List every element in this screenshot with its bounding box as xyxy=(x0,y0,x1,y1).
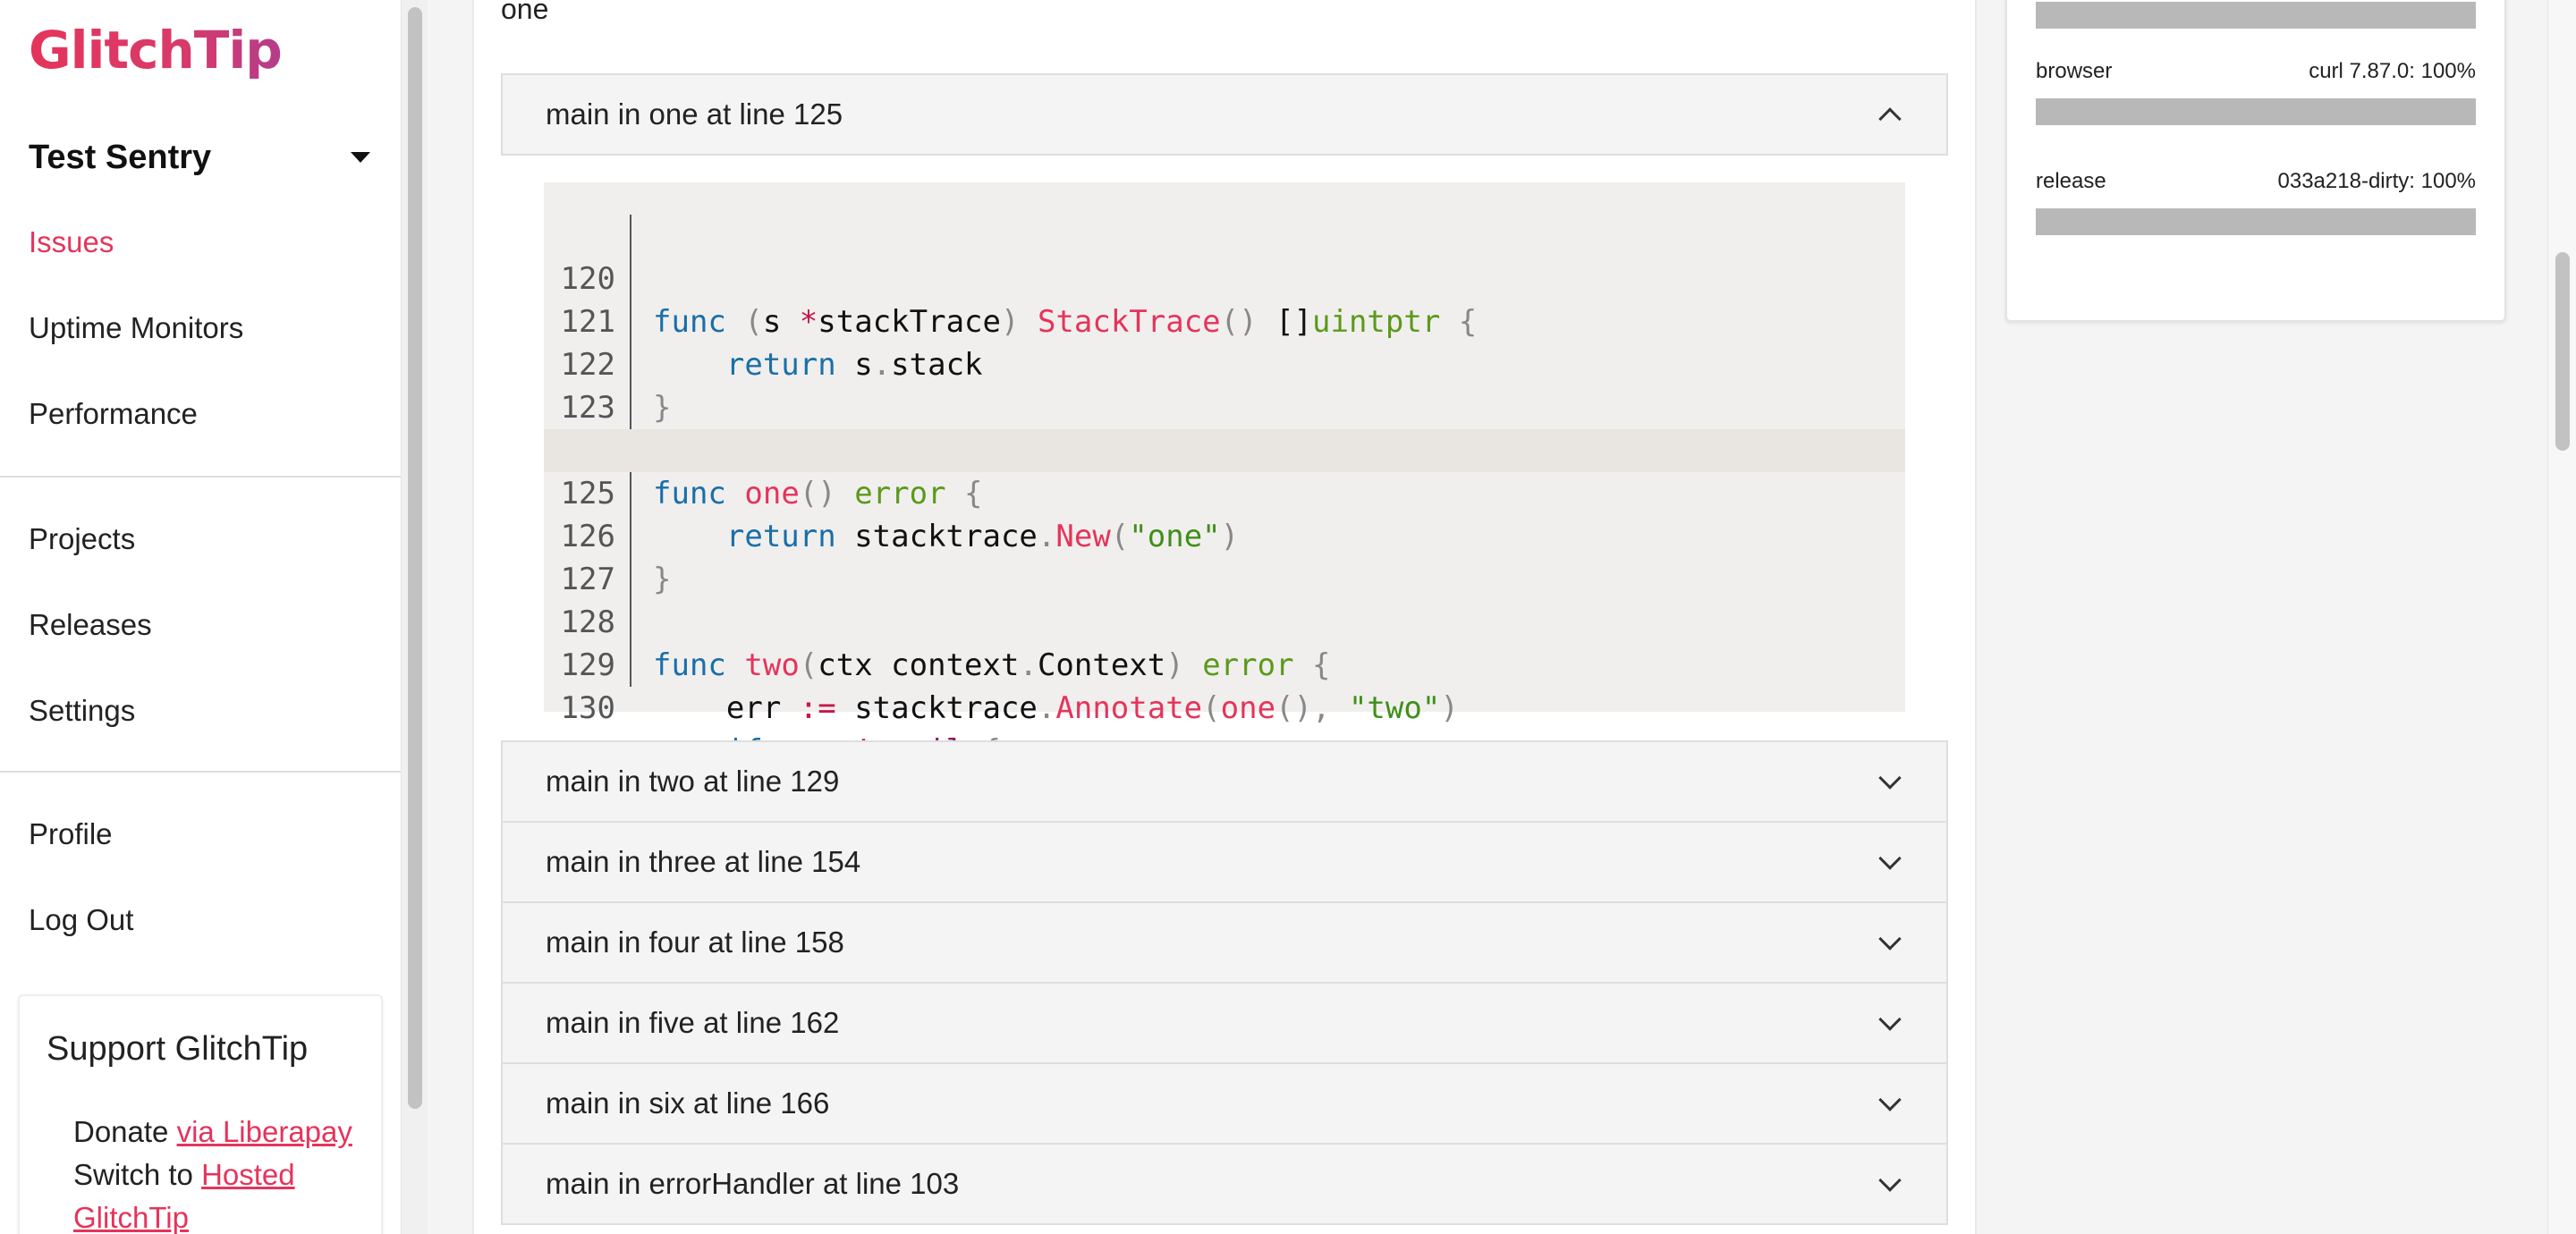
chevron-up-icon[interactable] xyxy=(1878,107,1902,131)
frame-title: main in errorHandler at line 103 xyxy=(546,1167,960,1200)
exception-value: one xyxy=(501,0,549,25)
stack-frame-header[interactable]: main in six at line 166 xyxy=(501,1062,1948,1145)
code-line: 128 func two(ctx context.Context) error … xyxy=(544,558,1905,683)
frame-title: main in five at line 162 xyxy=(546,1006,840,1039)
stack-frame-header[interactable]: main in two at line 129 xyxy=(501,740,1948,823)
chevron-down-icon[interactable] xyxy=(1878,1008,1902,1031)
sidebar: GlitchTip Test Sentry Issues Uptime Moni… xyxy=(0,0,401,1234)
tag-bar-fill xyxy=(2036,98,2476,125)
support-title: Support GlitchTip xyxy=(47,1030,309,1068)
tag-bar[interactable] xyxy=(2036,98,2476,125)
stack-frame-header[interactable]: main in four at line 158 xyxy=(501,901,1948,984)
glitchtip-logo[interactable]: GlitchTip xyxy=(29,20,283,80)
code-line: 122 } xyxy=(544,300,1905,426)
code-text: err := stacktrace.Annotate(one(), "two") xyxy=(725,690,1459,726)
tag-bar[interactable] xyxy=(2036,208,2476,235)
tag-value: 033a218-dirty: 100% xyxy=(2277,169,2476,193)
tag-bar-prev xyxy=(2036,2,2476,29)
sidebar-item-releases[interactable]: Releases xyxy=(29,608,152,642)
sidebar-item-issues[interactable]: Issues xyxy=(29,225,114,259)
sidebar-scrollbar[interactable] xyxy=(401,0,428,1234)
code-line: 120 func (s *stackTrace) StackTrace() []… xyxy=(544,215,1905,340)
page-scrollbar-thumb[interactable] xyxy=(2555,252,2570,451)
liberapay-link[interactable]: via Liberapay xyxy=(177,1115,352,1148)
org-name: Test Sentry xyxy=(29,138,212,176)
caret-down-icon xyxy=(351,152,370,163)
code-line-highlighted: 125 return stacktrace.New("one") xyxy=(544,429,1905,554)
support-card: Support GlitchTip Donate via Liberapay S… xyxy=(18,994,383,1234)
chevron-down-icon[interactable] xyxy=(1878,766,1902,790)
sidebar-divider xyxy=(0,476,401,478)
line-number: 130 xyxy=(560,690,615,726)
donate-text: Donate xyxy=(73,1115,177,1148)
code-line: 121 return s.stack xyxy=(544,258,1905,383)
hosted-glitchtip-link[interactable]: Hosted xyxy=(201,1158,295,1191)
sidebar-item-settings[interactable]: Settings xyxy=(29,694,135,728)
sidebar-item-performance[interactable]: Performance xyxy=(29,397,198,431)
tags-card: browser curl 7.87.0: 100% release 033a21… xyxy=(2005,0,2506,322)
code-line: 129 err := stacktrace.Annotate(one(), "t… xyxy=(544,601,1905,726)
chevron-down-icon[interactable] xyxy=(1878,1088,1902,1111)
code-line: 127 xyxy=(544,515,1905,597)
tag-name: browser xyxy=(2036,59,2113,83)
sidebar-scrollbar-thumb[interactable] xyxy=(408,7,422,1109)
stack-frame-header[interactable]: main in errorHandler at line 103 xyxy=(501,1143,1948,1225)
org-switcher[interactable]: Test Sentry xyxy=(29,132,377,182)
page-scrollbar[interactable] xyxy=(2547,0,2576,1234)
chevron-down-icon[interactable] xyxy=(1878,927,1902,951)
switch-text: Switch to xyxy=(73,1158,202,1191)
stack-frame-header[interactable]: main in three at line 154 xyxy=(501,821,1948,903)
donate-line: Donate via Liberapay xyxy=(73,1111,352,1154)
sidebar-item-projects[interactable]: Projects xyxy=(29,522,135,556)
code-line: 124 func one() error { xyxy=(544,386,1905,511)
tag-value: curl 7.87.0: 100% xyxy=(2309,59,2476,83)
code-line: 123 xyxy=(544,343,1905,426)
hosted-glitchtip-link-cont[interactable]: GlitchTip xyxy=(73,1201,189,1234)
frame-title: main in one at line 125 xyxy=(546,97,843,131)
switch-line: Switch to Hosted xyxy=(73,1154,295,1196)
tag-bar-fill xyxy=(2036,208,2476,235)
frame-title: main in two at line 129 xyxy=(546,765,840,798)
sidebar-item-profile[interactable]: Profile xyxy=(29,817,113,851)
frame-title: main in six at line 166 xyxy=(546,1086,830,1120)
chevron-down-icon[interactable] xyxy=(1878,1169,1902,1192)
code-line: 130 if err != nil { xyxy=(544,644,1905,769)
chevron-down-icon[interactable] xyxy=(1878,847,1902,870)
code-context: 120 func (s *stackTrace) StackTrace() []… xyxy=(544,182,1905,769)
frame-title: main in three at line 154 xyxy=(546,845,861,878)
tag-bar-fill xyxy=(2036,2,2476,29)
stack-frame-header[interactable]: main in five at line 162 xyxy=(501,982,1948,1064)
stack-frame-header-expanded[interactable]: main in one at line 125 xyxy=(501,73,1948,156)
frame-title: main in four at line 158 xyxy=(546,926,844,959)
code-line: 126 } xyxy=(544,472,1905,597)
tag-name: release xyxy=(2036,169,2106,193)
switch-line-cont: GlitchTip xyxy=(73,1196,189,1234)
sidebar-item-log-out[interactable]: Log Out xyxy=(29,903,133,937)
sidebar-item-uptime-monitors[interactable]: Uptime Monitors xyxy=(29,311,243,345)
sidebar-divider xyxy=(0,771,401,773)
